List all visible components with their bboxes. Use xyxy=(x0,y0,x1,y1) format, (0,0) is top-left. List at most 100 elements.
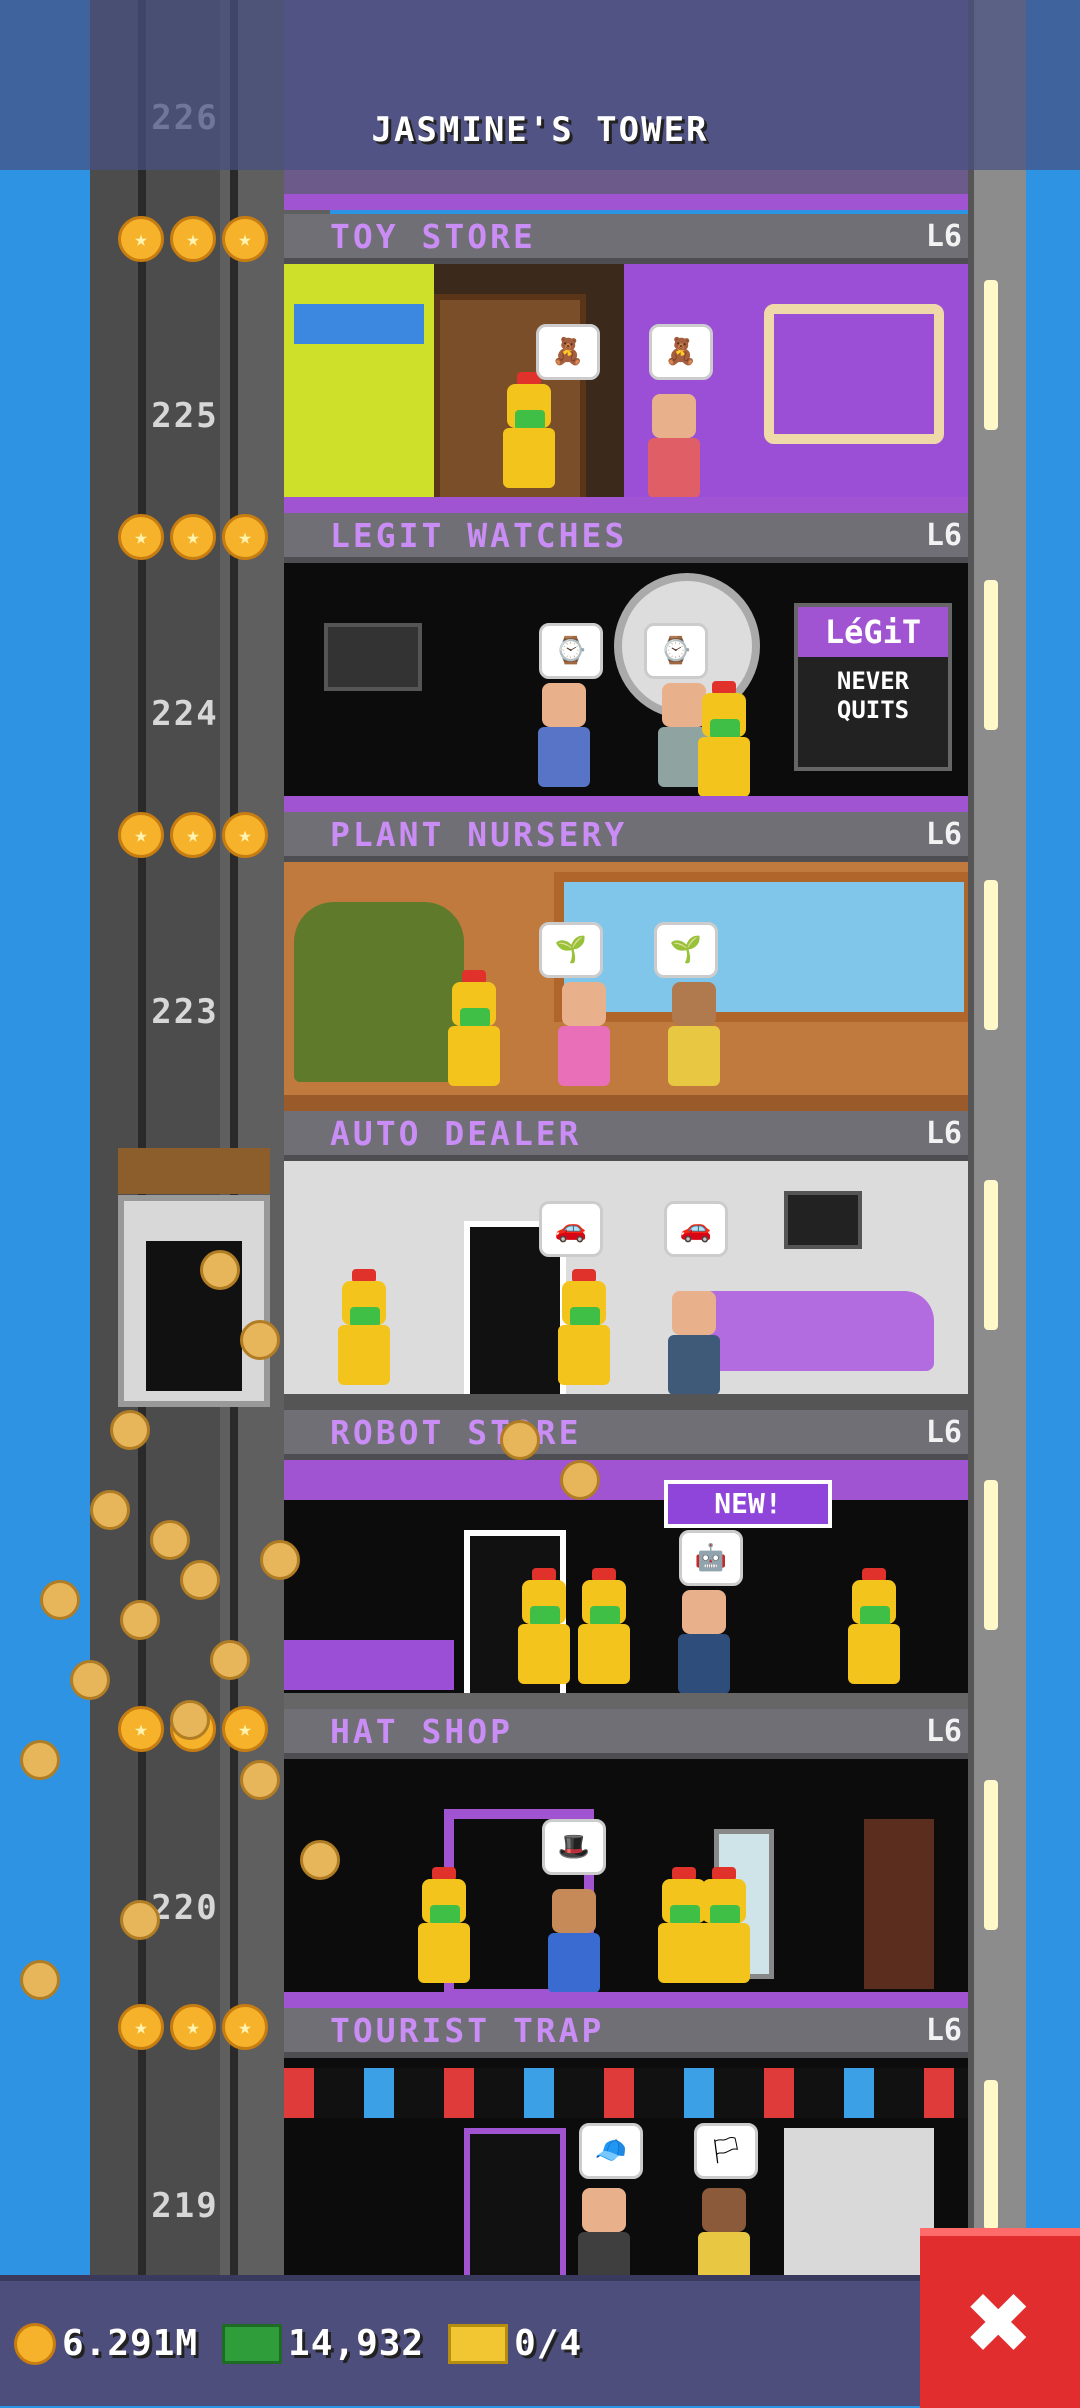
request-bubble[interactable]: ⌚ xyxy=(644,623,708,679)
floor-header: TOURIST TRAP L6 xyxy=(284,2008,968,2058)
bitizen-chicken[interactable] xyxy=(574,1568,634,1690)
coins-counter[interactable]: 6.291M xyxy=(14,2322,198,2365)
coin-icon xyxy=(120,1600,160,1640)
bitizen-chicken[interactable] xyxy=(444,970,504,1092)
room-interior: LéGiT NEVER QUITS ⌚ ⌚ xyxy=(284,563,968,812)
coin-icon xyxy=(170,1700,210,1740)
room-interior: 🎩 xyxy=(284,1759,968,2008)
pillar-light xyxy=(984,1780,998,1930)
coin-icon xyxy=(120,1900,160,1940)
request-bubble[interactable]: 🏳 xyxy=(694,2123,758,2179)
floor-level: L6 xyxy=(925,517,962,553)
floor-level: L6 xyxy=(925,1115,962,1151)
toy-track xyxy=(764,304,944,444)
floor-level: L6 xyxy=(925,218,962,254)
floor-stars: ★★★ xyxy=(118,216,268,262)
close-button[interactable]: ✖ xyxy=(920,2228,1080,2408)
cutout-board xyxy=(784,2128,934,2288)
floor-stars: ★★★ xyxy=(118,514,268,560)
bitizen-chicken[interactable] xyxy=(499,372,559,494)
request-bubble[interactable]: ⌚ xyxy=(539,623,603,679)
bitizen-chicken[interactable] xyxy=(514,1568,574,1690)
elevator-car[interactable] xyxy=(118,1195,270,1407)
coin-icon xyxy=(14,2322,56,2365)
bitizen-chicken[interactable] xyxy=(694,681,754,803)
floor-name: HAT SHOP xyxy=(330,1711,513,1751)
request-bubble[interactable]: 🧢 xyxy=(579,2123,643,2179)
pillar-light xyxy=(984,880,998,1030)
coin-icon xyxy=(20,1960,60,2000)
floor-header: HAT SHOP L6 xyxy=(284,1709,968,1759)
request-bubble[interactable]: 🧸 xyxy=(649,324,713,380)
resource-bar: 6.291M 14,932 0/4 xyxy=(0,2275,920,2406)
close-icon: ✖ xyxy=(966,2258,1034,2386)
floor-level: L6 xyxy=(925,1414,962,1450)
new-badge[interactable]: NEW! xyxy=(664,1480,832,1528)
coin-icon xyxy=(260,1540,300,1580)
tower-title[interactable]: JASMINE'S TOWER xyxy=(0,110,1080,150)
bitizen-customer[interactable] xyxy=(644,394,704,504)
floor-header: AUTO DEALER L6 xyxy=(284,1111,968,1161)
bitizen-customer[interactable] xyxy=(544,1889,604,1999)
pillar-light xyxy=(984,280,998,430)
room-interior: 🚗 🚗 xyxy=(284,1161,968,1410)
floor-header: TOY STORE L6 xyxy=(284,214,968,264)
request-bubble[interactable]: 🌱 xyxy=(539,922,603,978)
floor-level: L6 xyxy=(925,816,962,852)
floor-header: ROBOT STORE L6 xyxy=(284,1410,968,1460)
floor-name: TOURIST TRAP xyxy=(330,2010,605,2050)
star-icon: ★ xyxy=(118,2004,164,2050)
bitizen-customer[interactable] xyxy=(554,982,614,1092)
plant-display xyxy=(294,902,464,1082)
floor-level: L6 xyxy=(925,1713,962,1749)
star-icon: ★ xyxy=(118,1706,164,1752)
bux-value: 14,932 xyxy=(288,2323,425,2364)
bitizen-customer[interactable] xyxy=(664,1291,724,1401)
request-bubble[interactable]: 🎩 xyxy=(542,1819,606,1875)
bux-counter[interactable]: 14,932 xyxy=(222,2323,424,2364)
floor-plant-nursery[interactable]: PLANT NURSERY L6 🌱 🌱 xyxy=(284,812,968,1111)
tickets-counter[interactable]: 0/4 xyxy=(448,2323,582,2364)
room-floor xyxy=(284,194,968,210)
room-interior: 🧸 🧸 xyxy=(284,264,968,513)
room-floor xyxy=(284,1992,968,2008)
floor-robot-store[interactable]: ROBOT STORE L6 NEW! 🤖 xyxy=(284,1410,968,1709)
bitizen-customer[interactable] xyxy=(534,683,594,793)
bitizen-chicken[interactable] xyxy=(554,1269,614,1391)
coin-icon xyxy=(200,1250,240,1290)
pillar-light xyxy=(984,580,998,730)
bitizen-chicken[interactable] xyxy=(334,1269,394,1391)
floor-toy-store[interactable]: TOY STORE L6 🧸 🧸 xyxy=(284,214,968,513)
request-bubble[interactable]: 🤖 xyxy=(679,1530,743,1586)
bitizen-customer[interactable] xyxy=(674,1590,734,1700)
bitizen-customer[interactable] xyxy=(664,982,724,1092)
pillar-light xyxy=(984,2080,998,2230)
star-icon: ★ xyxy=(170,514,216,560)
request-bubble[interactable]: 🌱 xyxy=(654,922,718,978)
pillar-light xyxy=(984,1480,998,1630)
coin-icon xyxy=(70,1660,110,1700)
coin-icon xyxy=(20,1740,60,1780)
star-icon: ★ xyxy=(170,216,216,262)
floor-auto-dealer[interactable]: AUTO DEALER L6 🚗 🚗 xyxy=(284,1111,968,1410)
bitizen-chicken[interactable] xyxy=(414,1867,474,1989)
star-icon: ★ xyxy=(118,514,164,560)
legit-sign-bottom: NEVER QUITS xyxy=(836,667,910,724)
shaft-floor-number: 223 xyxy=(151,992,219,1032)
star-icon: ★ xyxy=(222,812,268,858)
request-bubble[interactable]: 🧸 xyxy=(536,324,600,380)
coin-icon xyxy=(40,1580,80,1620)
floor-hat-shop[interactable]: HAT SHOP L6 🎩 xyxy=(284,1709,968,2008)
request-bubble[interactable]: 🚗 xyxy=(539,1201,603,1257)
awning xyxy=(284,1460,968,1500)
room-interior: NEW! 🤖 xyxy=(284,1460,968,1709)
bitizen-chicken[interactable] xyxy=(694,1867,754,1989)
floor-name: PLANT NURSERY xyxy=(330,814,628,854)
bitizen-chicken[interactable] xyxy=(844,1568,904,1690)
request-bubble[interactable]: 🚗 xyxy=(664,1201,728,1257)
floor-legit-watches[interactable]: LEGIT WATCHES L6 LéGiT NEVER QUITS ⌚ ⌚ xyxy=(284,513,968,812)
coin-icon xyxy=(180,1560,220,1600)
floor-tourist-trap[interactable]: TOURIST TRAP L6 🧢 🏳 xyxy=(284,2008,968,2307)
bux-icon xyxy=(222,2323,283,2364)
legit-sign: LéGiT NEVER QUITS xyxy=(794,603,952,771)
